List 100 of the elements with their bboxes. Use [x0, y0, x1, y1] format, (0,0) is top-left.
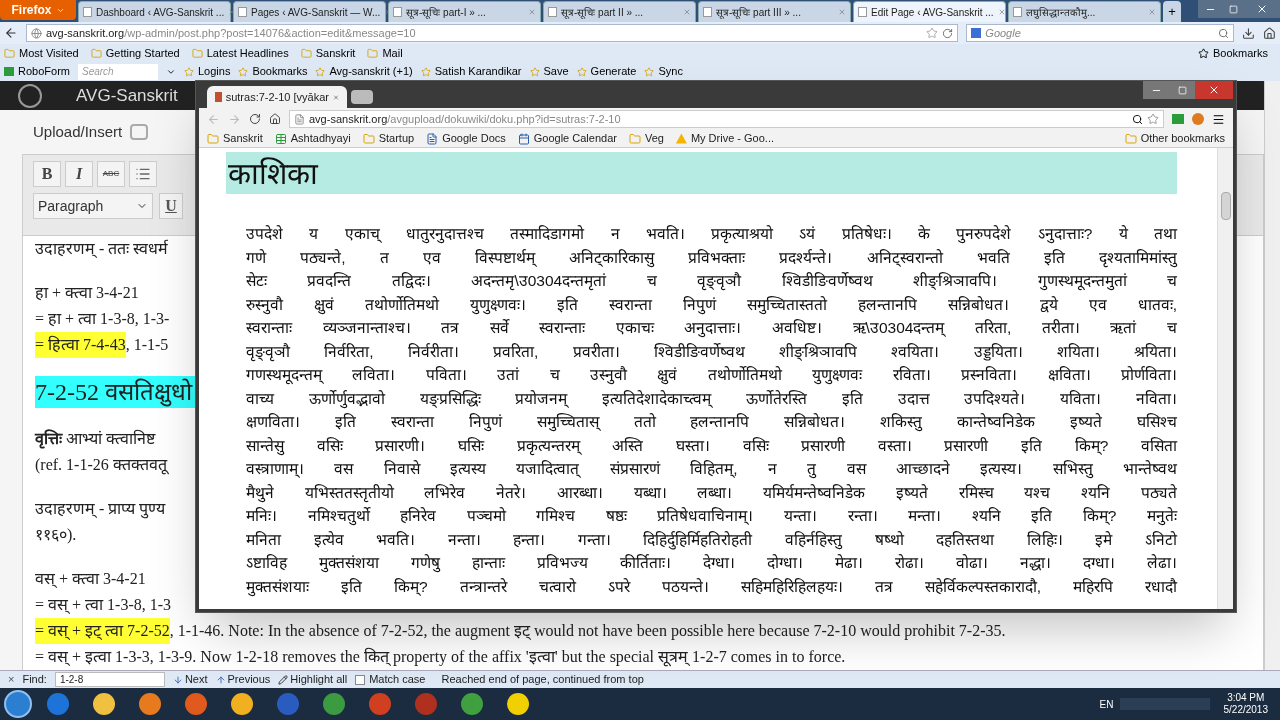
toolbar-item[interactable]: Avg-sanskrit (+1) — [315, 63, 413, 80]
close-find-button[interactable]: × — [8, 671, 15, 688]
globe-icon — [30, 27, 42, 39]
site-title[interactable]: AVG-Sanskrit — [76, 82, 178, 109]
text-line: वस्त्राणाम्। वस निवासे इत्यस्य यजादित्वात् संप्रसारणं विहितम्, न तु वस आच्छादने इत्यस्य। सभिस्तु भान्तेष्वथ — [246, 459, 1177, 481]
home-icon[interactable] — [269, 113, 281, 125]
site-icon — [215, 92, 222, 102]
bookmark-link[interactable]: Google Docs — [426, 130, 506, 147]
taskbar-app-icon[interactable] — [185, 693, 207, 715]
toolbar-item[interactable]: Sync — [644, 63, 683, 80]
browser-tab[interactable]: सूत्र-सूचिः part III » ... — [698, 1, 851, 22]
clock[interactable]: 3:04 PM 5/22/2013 — [1215, 692, 1276, 716]
reload-icon[interactable] — [249, 113, 261, 125]
text-line: रुस्नुवौ क्षुवं तथोर्णोतिमथो युणुक्ष्णवः। इति स्वरान्ता निपुणं समुच्चितास्ततो हलन्तानपि सन्निबोधत। द्वये एव धातवः, — [246, 294, 1177, 316]
wordpress-logo-icon[interactable] — [18, 83, 42, 108]
taskbar-app-icon[interactable] — [323, 693, 345, 715]
browser-tab[interactable]: सूत्र-सूचिः part-I » ... — [388, 1, 541, 22]
format-dropdown[interactable]: Paragraph — [33, 193, 153, 219]
reload-icon[interactable] — [942, 27, 954, 39]
bookmark-link[interactable]: Most Visited — [4, 44, 79, 62]
toolbar-item[interactable]: Save — [529, 63, 569, 80]
bookmarks-menu[interactable]: Bookmarks — [1197, 44, 1276, 62]
close-button[interactable] — [1244, 0, 1280, 18]
close-button[interactable] — [1195, 81, 1233, 99]
bookmark-link[interactable]: My Drive - Goo... — [675, 130, 774, 147]
browser-tab[interactable]: Pages ‹ AVG-Sanskrit — W... — [233, 1, 386, 22]
folder-icon — [207, 132, 219, 145]
next-button[interactable]: Next — [172, 671, 208, 688]
taskbar-app-icon[interactable] — [231, 693, 253, 715]
toolbar-item[interactable]: Bookmarks — [238, 63, 308, 80]
search-placeholder: Google — [985, 25, 1021, 41]
italic-button[interactable]: I — [65, 161, 93, 187]
bookmark-link[interactable]: Sanskrit — [300, 44, 356, 62]
address-field[interactable]: avg-sanskrit.org/wp-admin/post.php?post=14076&action=edit&message=10 — [25, 24, 959, 42]
folder-icon — [362, 132, 375, 145]
bookmark-link[interactable]: Mail — [367, 44, 403, 62]
text-line: मुक्तसंशयाः इति किम्? तन्त्रान्तरे चत्वारो ऽपरे पठयन्ते। सहिमहिरिहिलहयः। तत्र सहेर्विकल्पस्तकारादौ, महिरपि रधादौ — [246, 576, 1177, 598]
browser-tab[interactable]: Dashboard ‹ AVG-Sanskrit ... — [78, 1, 231, 22]
star-icon[interactable] — [926, 27, 939, 39]
bookmark-link[interactable]: Veg — [628, 130, 664, 147]
text-line: वृङ्वृञौ निर्वरिता, निर्वरीता। प्रवरिता, प्रवरीता। श्विडीङिवर्णेष्वथ शीङ्श्रिञावपि श्वयिता। उड्डयिता। शयिता। श्रयिता। — [246, 341, 1177, 363]
back-icon[interactable] — [4, 26, 18, 40]
download-icon[interactable] — [1242, 26, 1256, 40]
star-icon — [529, 66, 540, 77]
find-field[interactable]: 1-2-8 — [54, 672, 165, 687]
browser-tab[interactable]: लघुसिद्धान्तकौमु... — [1008, 1, 1161, 22]
toolbar-item[interactable]: Logins — [183, 63, 231, 80]
language-indicator[interactable]: EN — [1099, 696, 1114, 712]
strikethrough-button[interactable]: ABC — [97, 161, 125, 187]
start-button[interactable] — [4, 690, 32, 718]
tab-title: Pages ‹ AVG-Sanskrit — W... — [251, 5, 381, 20]
new-tab-button[interactable]: + — [1163, 1, 1181, 22]
bookmark-link[interactable]: Startup — [362, 130, 415, 147]
browser-tab[interactable]: सूत्र-सूचिः part II » ... — [543, 1, 696, 22]
taskbar-app-icon[interactable] — [461, 693, 483, 715]
star-icon[interactable] — [1147, 113, 1159, 125]
tab-title: sutras:7-2-10 [vyākar — [225, 89, 329, 105]
bookmark-link[interactable]: Sanskrit — [207, 130, 263, 147]
highlight-all-button[interactable]: Highlight all — [278, 671, 348, 688]
content-text: , 1-1-5 — [125, 335, 169, 355]
bookmark-link[interactable]: Latest Headlines — [191, 44, 289, 62]
star-icon — [238, 66, 249, 77]
toolbar-item[interactable]: Satish Karandikar — [420, 63, 522, 80]
bookmark-link[interactable]: Getting Started — [90, 44, 180, 62]
other-bookmarks[interactable]: Other bookmarks — [1124, 130, 1225, 147]
star-icon — [183, 66, 194, 77]
content-text: (ref. 1-1-26 क्तक्तवतू — [35, 455, 167, 477]
scrollbar-thumb[interactable] — [1220, 192, 1231, 220]
maximize-button[interactable] — [1169, 81, 1195, 99]
underline-button[interactable]: U — [159, 193, 183, 219]
extension-icon[interactable] — [1192, 113, 1204, 125]
text-line: मैथुने यभिस्ततस्तृतीयो लभिरेव नेतरे। आरब्धा। यब्धा। लब्धा। यमिर्यमन्तेष्वनिडेक इष्यते रमिस्च यश्च श्यनि पठ्यते — [246, 482, 1177, 504]
page-icon — [548, 7, 557, 17]
search-icon[interactable] — [1132, 113, 1143, 125]
menu-icon[interactable] — [1212, 112, 1225, 126]
taskbar-app-icon[interactable] — [139, 693, 161, 715]
web-search-field[interactable]: Google — [966, 24, 1235, 42]
media-icon[interactable] — [130, 124, 149, 140]
bookmark-link[interactable]: Google Calendar — [517, 130, 617, 147]
page-icon — [703, 7, 712, 17]
browser-tab[interactable]: sutras:7-2-10 [vyākar — [207, 86, 347, 108]
bullet-list-button[interactable] — [129, 161, 157, 187]
page-scrollbar[interactable] — [1264, 81, 1280, 670]
address-field[interactable]: avg-sanskrit.org/avgupload/dokuwiki/doku.php?id=sutras:7-2-10 — [289, 110, 1164, 128]
taskbar-app-icon[interactable] — [93, 693, 115, 715]
scrollbar[interactable] — [1217, 148, 1233, 609]
toolbar-item[interactable]: Generate — [576, 63, 637, 80]
bookmark-link[interactable]: Ashtadhyayi — [274, 130, 351, 147]
bold-button[interactable]: B — [33, 161, 61, 187]
taskbar-app-icon[interactable] — [507, 693, 529, 715]
roboform-menu[interactable]: RoboForm — [4, 63, 70, 80]
text-line: मनिता इत्येव भवति। नन्ता। हन्ता। गन्ता। दिहिर्दुहिर्मिहतिरोहती वहिर्नहिस्तु षष्थो दहतिस्तथा लिहिः। इमे ऽनिटो — [246, 529, 1177, 551]
browser-tab[interactable]: Edit Page ‹ AVG-Sanskrit ... — [853, 1, 1006, 22]
previous-button[interactable]: Previous — [215, 671, 271, 688]
forward-icon[interactable] — [228, 112, 241, 126]
star-icon — [420, 66, 431, 77]
home-icon[interactable] — [1263, 26, 1276, 40]
new-tab-button[interactable] — [351, 90, 373, 104]
pencil-icon — [278, 674, 289, 685]
match-case-checkbox[interactable]: Match case — [355, 671, 426, 688]
